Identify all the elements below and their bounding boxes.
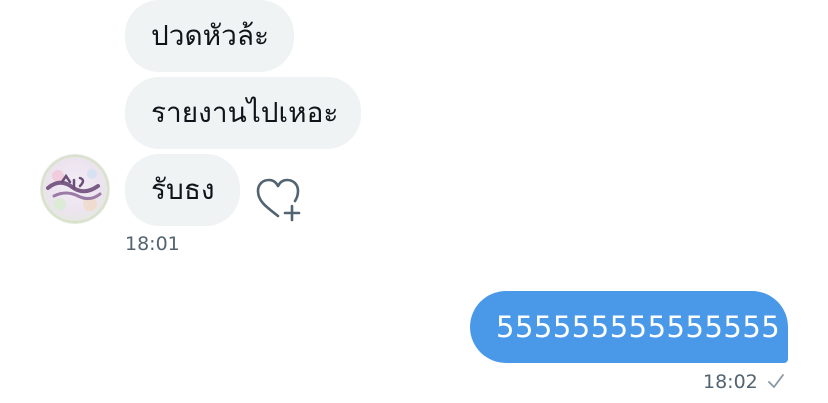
incoming-message[interactable]: รับธง	[125, 154, 240, 226]
message-text: ปวดหัวล้ะ	[151, 19, 270, 52]
checkmark-icon	[767, 373, 785, 389]
chat-thread: ปวดหัวล้ะ รายงานไปเหอะ รับธง 18:01 55555…	[0, 0, 828, 403]
message-text: 555555555555555	[496, 310, 781, 344]
sender-avatar[interactable]	[40, 154, 110, 224]
incoming-message[interactable]: ปวดหัวล้ะ	[125, 0, 294, 72]
heart-plus-icon[interactable]	[254, 176, 304, 222]
outgoing-message[interactable]: 555555555555555	[470, 291, 788, 363]
avatar-image	[40, 154, 110, 224]
message-text: รายงานไปเหอะ	[151, 96, 339, 129]
message-text: รับธง	[151, 173, 215, 206]
message-timestamp: 18:01	[125, 233, 180, 255]
incoming-message[interactable]: รายงานไปเหอะ	[125, 77, 361, 149]
message-timestamp: 18:02	[703, 371, 758, 393]
